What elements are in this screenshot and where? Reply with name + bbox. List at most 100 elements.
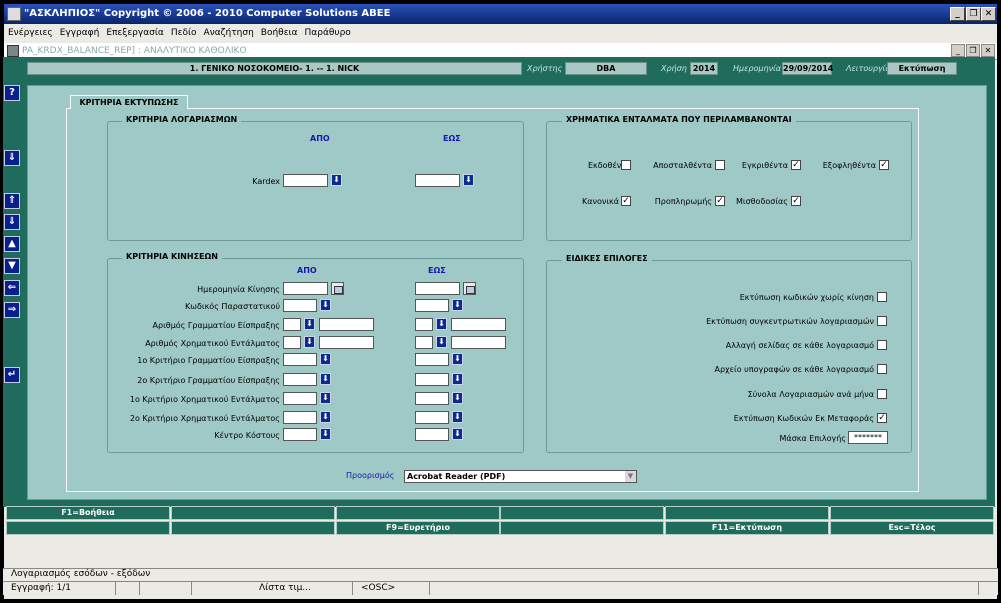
warrant-checkbox-0[interactable] — [621, 160, 631, 170]
app-icon — [7, 7, 21, 21]
movement-from-input-1[interactable] — [283, 299, 317, 312]
arrow-down-icon[interactable]: ⬇ — [320, 353, 331, 365]
previous-record-icon[interactable]: ▲ — [4, 236, 20, 252]
next-record-icon[interactable]: ▼ — [4, 258, 20, 274]
arrow-down-icon[interactable]: ⬇ — [452, 353, 463, 365]
fkey-row1-5[interactable] — [830, 506, 994, 520]
next-block-icon[interactable]: ⇒ — [4, 302, 20, 318]
movement-from-input-5[interactable] — [283, 373, 317, 386]
movement-from-prefix-3[interactable] — [283, 336, 301, 349]
first-record-icon[interactable]: ⇑ — [4, 193, 20, 209]
arrow-down-icon[interactable]: ⬇ — [452, 373, 463, 385]
arrow-down-icon[interactable]: ⬇ — [320, 373, 331, 385]
fkey-row2-5[interactable]: Esc=Τέλος — [830, 521, 994, 535]
minimize-button[interactable]: _ — [950, 7, 965, 21]
form-minimize-button[interactable]: _ — [951, 44, 965, 57]
menu-item-3[interactable]: Πεδίο — [167, 26, 200, 38]
fkey-row1-1[interactable] — [171, 506, 335, 520]
fkey-row1-2[interactable] — [336, 506, 500, 520]
special-option-checkbox-5[interactable]: ✓ — [877, 413, 887, 423]
arrow-down-icon[interactable]: ⬇ — [320, 392, 331, 404]
movement-to-input-2[interactable] — [451, 318, 506, 331]
form-restore-button[interactable]: ❐ — [966, 44, 980, 57]
warrant-checkbox-4[interactable]: ✓ — [621, 196, 631, 206]
special-option-checkbox-3[interactable] — [877, 364, 887, 374]
movement-to-input-4[interactable] — [415, 353, 449, 366]
kardex-to-arrow-down-icon[interactable]: ⬇ — [463, 174, 474, 186]
previous-block-icon[interactable]: ⇐ — [4, 280, 20, 296]
movement-to-input-7[interactable] — [415, 411, 449, 424]
movement-from-input-3[interactable] — [319, 336, 374, 349]
special-option-checkbox-1[interactable] — [877, 316, 887, 326]
warrant-checkbox-5[interactable]: ✓ — [715, 196, 725, 206]
movement-from-input-0[interactable] — [283, 282, 328, 295]
fkey-row1-3[interactable] — [500, 506, 664, 520]
movement-from-input-2[interactable] — [319, 318, 374, 331]
menu-item-5[interactable]: Βοήθεια — [257, 26, 301, 38]
arrow-down-icon[interactable]: ⬇ — [304, 318, 315, 330]
movement-to-input-5[interactable] — [415, 373, 449, 386]
menu-item-4[interactable]: Αναζήτηση — [200, 26, 257, 38]
menu-item-6[interactable]: Παράθυρο — [301, 26, 354, 38]
warrant-label-1: Αποσταλθέντα — [653, 161, 712, 170]
movement-to-input-0[interactable] — [415, 282, 460, 295]
special-option-checkbox-4[interactable] — [877, 389, 887, 399]
arrow-down-icon[interactable]: ⬇ — [320, 428, 331, 440]
fkey-row2-4[interactable]: F11=Εκτύπωση — [665, 521, 829, 535]
help-icon[interactable]: ? — [4, 85, 20, 101]
form-close-button[interactable]: ✕ — [981, 44, 995, 57]
menu-item-1[interactable]: Εγγραφή — [56, 26, 103, 38]
arrow-down-icon[interactable]: ⬇ — [320, 411, 331, 423]
arrow-down-icon[interactable]: ⬇ — [320, 299, 331, 311]
fkey-row2-3[interactable] — [500, 521, 664, 535]
arrow-down-icon[interactable]: ⬇ — [452, 411, 463, 423]
special-option-checkbox-0[interactable] — [877, 292, 887, 302]
movement-from-input-6[interactable] — [283, 392, 317, 405]
movement-to-input-6[interactable] — [415, 392, 449, 405]
arrow-down-icon[interactable]: ⬇ — [436, 336, 447, 348]
arrow-down-icon[interactable]: ⬇ — [452, 392, 463, 404]
special-option-checkbox-2[interactable] — [877, 340, 887, 350]
movement-to-input-8[interactable] — [415, 428, 449, 441]
destination-select[interactable]: Acrobat Reader (PDF) ▼ — [404, 470, 637, 483]
movement-label-8: Κέντρο Κόστους — [214, 431, 280, 440]
chevron-down-icon[interactable]: ▼ — [625, 471, 636, 482]
movement-from-input-7[interactable] — [283, 411, 317, 424]
movement-to-prefix-2[interactable] — [415, 318, 433, 331]
fkey-row2-1[interactable] — [171, 521, 335, 535]
arrow-down-icon[interactable]: ⬇ — [436, 318, 447, 330]
movement-from-input-4[interactable] — [283, 353, 317, 366]
download-icon[interactable]: ⇓ — [4, 150, 20, 166]
warrant-checkbox-2[interactable]: ✓ — [791, 160, 801, 170]
kardex-from-arrow-down-icon[interactable]: ⬇ — [331, 174, 342, 186]
warrant-checkbox-6[interactable]: ✓ — [791, 196, 801, 206]
close-button[interactable]: ✕ — [981, 7, 996, 21]
arrow-down-icon[interactable]: ⬇ — [452, 299, 463, 311]
warrant-checkbox-3[interactable]: ✓ — [879, 160, 889, 170]
exit-icon[interactable]: ↵ — [4, 367, 20, 383]
arrow-down-icon[interactable]: ⬇ — [452, 428, 463, 440]
movements-to-header: ΕΩΣ — [428, 266, 446, 275]
movement-to-input-1[interactable] — [415, 299, 449, 312]
fkey-row2-0[interactable] — [6, 521, 170, 535]
kardex-to-input[interactable] — [415, 174, 460, 187]
fkey-row1-0[interactable]: F1=Βοήθεια — [6, 506, 170, 520]
mask-input[interactable]: ******* — [848, 431, 888, 444]
last-record-icon[interactable]: ⇓ — [4, 214, 20, 230]
calendar-icon[interactable] — [463, 282, 476, 295]
movement-from-prefix-2[interactable] — [283, 318, 301, 331]
movement-to-prefix-3[interactable] — [415, 336, 433, 349]
fkey-row1-4[interactable] — [665, 506, 829, 520]
menu-item-0[interactable]: Ενέργειες — [4, 26, 56, 38]
menu-item-2[interactable]: Επεξεργασία — [102, 26, 167, 38]
calendar-icon[interactable] — [331, 282, 344, 295]
form-title: PA_KRDX_BALANCE_REP] : ΑΝΑΛΥΤΙΚΟ ΚΑΘΟΛΙΚ… — [22, 46, 247, 56]
movement-to-input-3[interactable] — [451, 336, 506, 349]
restore-button[interactable]: ❐ — [966, 7, 981, 21]
movement-from-input-8[interactable] — [283, 428, 317, 441]
warrant-checkbox-1[interactable] — [715, 160, 725, 170]
tab-print-criteria[interactable]: ΚΡΙΤΗΡΙΑ ΕΚΤΥΠΩΣΗΣ — [70, 95, 188, 109]
fkey-row2-2[interactable]: F9=Ευρετήριο — [336, 521, 500, 535]
arrow-down-icon[interactable]: ⬇ — [304, 336, 315, 348]
kardex-from-input[interactable] — [283, 174, 328, 187]
